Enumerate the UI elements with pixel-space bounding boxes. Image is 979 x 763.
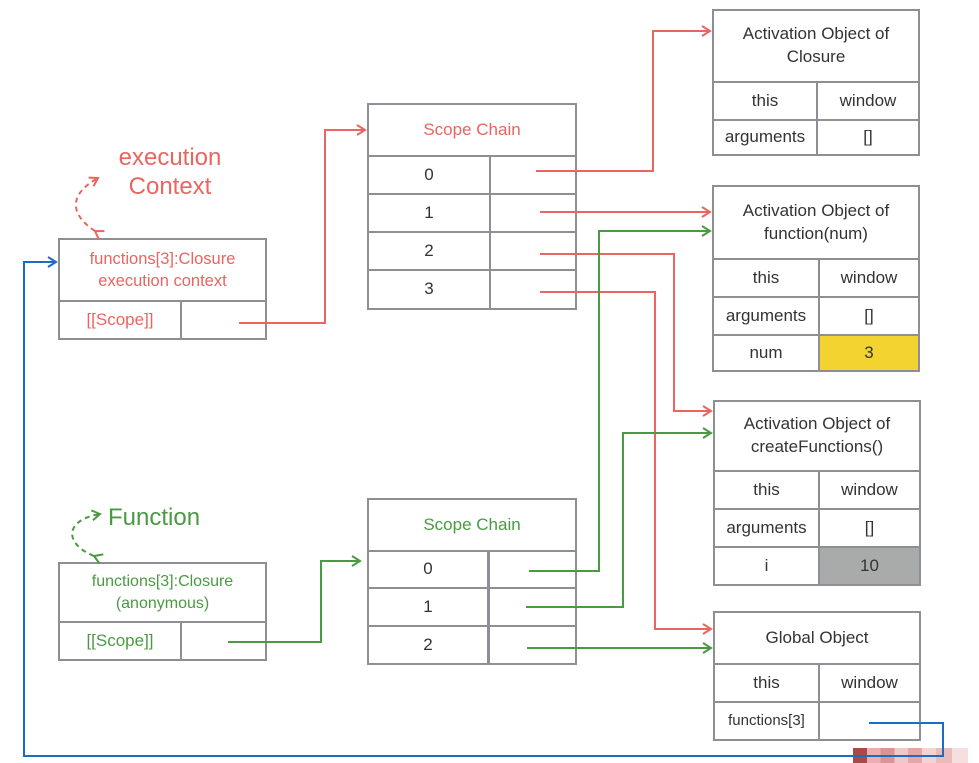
divider xyxy=(818,665,820,739)
scope-chain-red-row-3: 3 xyxy=(424,279,434,299)
ao-closure-title-line1: Activation Object of xyxy=(742,24,890,44)
scope-chain-red-row-0: 0 xyxy=(424,164,434,184)
global-object-functions-pointer[interactable] xyxy=(820,703,919,739)
ao-create-functions-title: Activation Object of createFunctions() xyxy=(715,402,919,470)
ao-function-num-value-highlighted: 3 xyxy=(820,336,918,370)
global-object-title: Global Object xyxy=(765,627,869,647)
closure-exec-scope-label: [[Scope]] xyxy=(86,309,154,329)
function-label-text: Function xyxy=(108,504,201,531)
scope-chain-green-row-2: 2 xyxy=(423,634,433,654)
watermark xyxy=(853,748,968,763)
ao-create-functions-value: [] xyxy=(864,517,875,537)
global-object-key: this xyxy=(753,672,780,692)
closure-execution-context-box: functions[3]:Closure execution context [… xyxy=(58,238,267,340)
ao-closure-title: Activation Object of Closure xyxy=(714,11,918,81)
ao-closure-key: arguments xyxy=(724,127,806,147)
closure-function-title: functions[3]:Closure (anonymous) xyxy=(60,564,265,621)
divider xyxy=(816,83,818,154)
closure-function-box: functions[3]:Closure (anonymous) [[Scope… xyxy=(58,562,267,661)
ao-function-num-title-line2: function(num) xyxy=(764,223,868,243)
ao-closure-box: Activation Object of Closure this window… xyxy=(712,9,920,156)
scope-chain-red-title: Scope Chain xyxy=(423,119,521,139)
scope-chain-red-row-1: 1 xyxy=(424,202,434,222)
ao-create-functions-title-line1: Activation Object of xyxy=(743,414,891,434)
closure-exec-title: functions[3]:Closure execution context xyxy=(60,240,265,300)
closure-exec-title-line2: execution context xyxy=(98,272,227,290)
global-object-value: window xyxy=(841,672,898,692)
ao-function-num-box: Activation Object of function(num) this … xyxy=(712,185,920,372)
scope-chain-green-title: Scope Chain xyxy=(423,514,521,534)
scope-chain-green-row-1: 1 xyxy=(423,596,433,616)
ao-closure-value: window xyxy=(839,90,897,110)
closure-function-scope-label: [[Scope]] xyxy=(86,630,154,650)
closure-exec-scope-pointer[interactable] xyxy=(182,302,265,338)
function-label: Function xyxy=(108,504,218,533)
ao-closure-title-line2: Closure xyxy=(786,47,846,66)
ao-create-functions-title-line2: createFunctions() xyxy=(750,437,884,456)
execution-context-label-line1: execution xyxy=(118,144,222,171)
ao-create-functions-value-highlighted: 10 xyxy=(820,548,919,584)
ao-function-num-value: window xyxy=(840,267,898,287)
execution-context-label: execution Context xyxy=(100,144,240,202)
ao-create-functions-key: i xyxy=(764,555,769,575)
divider xyxy=(818,260,820,370)
ao-function-num-title-line1: Activation Object of xyxy=(742,200,890,220)
closure-function-title-line1: functions[3]:Closure xyxy=(91,572,234,590)
ao-create-functions-box: Activation Object of createFunctions() t… xyxy=(713,400,921,586)
ao-create-functions-value: window xyxy=(841,479,898,499)
ao-function-num-key: num xyxy=(749,342,783,362)
closure-function-scope-pointer[interactable] xyxy=(182,623,265,659)
ao-create-functions-key: this xyxy=(753,479,780,499)
closure-exec-title-line1: functions[3]:Closure xyxy=(89,249,236,268)
divider xyxy=(487,552,490,663)
ao-closure-key: this xyxy=(751,90,779,110)
ao-function-num-value: [] xyxy=(864,305,874,325)
execution-context-curved-arrow xyxy=(74,176,105,240)
ao-function-num-key: this xyxy=(752,267,780,287)
scope-chain-red-box: Scope Chain 0 1 2 3 xyxy=(367,103,577,310)
global-object-key: functions[3] xyxy=(728,711,805,729)
divider xyxy=(489,157,491,308)
global-object-box: Global Object this window functions[3] xyxy=(713,611,921,741)
ao-function-num-key: arguments xyxy=(725,305,807,325)
scope-chain-green-box: Scope Chain 0 1 2 xyxy=(367,498,577,665)
divider xyxy=(818,472,820,584)
ao-function-num-title: Activation Object of function(num) xyxy=(714,187,918,258)
ao-create-functions-key: arguments xyxy=(726,517,807,537)
ao-closure-value: [] xyxy=(863,127,873,147)
closure-function-title-line2: (anonymous) xyxy=(115,594,210,612)
execution-context-label-line2: Context xyxy=(128,172,212,200)
scope-chain-green-row-0: 0 xyxy=(423,559,433,579)
function-curved-arrow xyxy=(71,509,104,565)
scope-chain-red-row-2: 2 xyxy=(424,240,434,260)
